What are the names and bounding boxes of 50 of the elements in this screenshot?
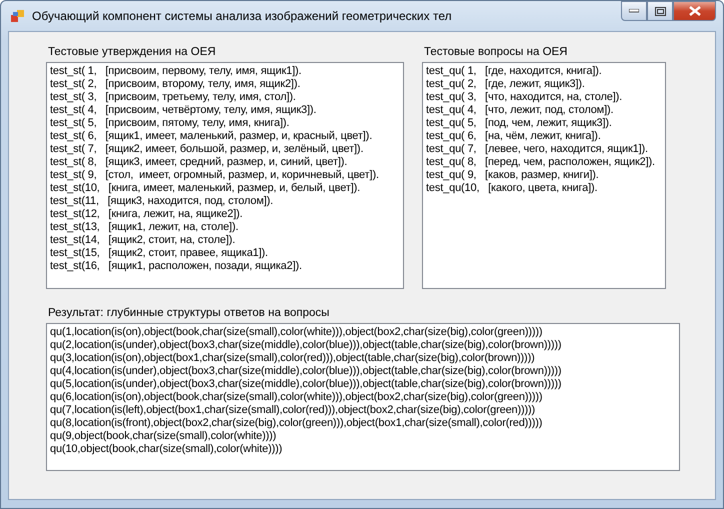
text-line: test_qu( 3, [что, находится, на, столе]). xyxy=(426,91,624,104)
window-title: Обучающий компонент системы анализа изображений геометрических тел xyxy=(32,9,453,23)
text-line: test_st( 8, [ящик3, имеет, средний, размер, и, синий, цвет]). xyxy=(50,156,348,169)
text-line: test_st(13, [ящик1, лежит, на, столе]). xyxy=(50,221,240,234)
text-line: test_st( 9, [стол, имеет, огромный, размер, и, коричневый, цвет]). xyxy=(50,169,380,182)
result-textbox[interactable] xyxy=(46,323,680,471)
text-line: qu(9,object(book,char(size(small),color(white)))) xyxy=(50,430,278,443)
text-line: test_st(12, [книга, лежит, на, ящике2]). xyxy=(50,208,244,221)
close-icon xyxy=(688,6,700,16)
minimize-icon xyxy=(629,9,639,13)
questions-label: Тестовые вопросы на ОЕЯ xyxy=(423,46,568,60)
text-line: test_st( 6, [ящик1, имеет, маленький, размер, и, красный, цвет]). xyxy=(50,130,374,143)
questions-textbox[interactable] xyxy=(422,62,666,289)
maximize-icon xyxy=(654,6,666,16)
text-line: qu(4,location(is(under),object(box3,char(size(middle),color(blue))),object(table,char(size(big),color(brown))))) xyxy=(50,365,562,378)
text-line: test_qu( 7, [левее, чего, находится, ящик1]). xyxy=(426,143,649,156)
text-line: test_st(11, [ящик3, находится, под, столом]). xyxy=(50,195,274,208)
text-line: qu(3,location(is(on),object(box1,char(size(small),color(red))),object(table,char(size(big),color(brown))))) xyxy=(50,352,536,365)
text-line: test_st(15, [ящик2, стоит, правее, ящика1]). xyxy=(50,247,269,260)
text-line: qu(2,location(is(under),object(box3,char(size(middle),color(blue))),object(table,char(size(big),color(brown))))) xyxy=(50,339,562,352)
text-line: test_st(16, [ящик1, расположен, позади, ящика2]). xyxy=(50,260,303,273)
text-line: qu(1,location(is(on),object(book,char(size(small),color(white))),object(box2,char(size(big),color(green))))) xyxy=(50,326,544,339)
text-line: test_st(10, [книга, имеет, маленький, размер, и, белый, цвет]). xyxy=(50,182,362,195)
text-line: test_qu( 1, [где, находится, книга]). xyxy=(426,65,603,78)
result-label: Результат: глубинные структуры ответов на вопросы xyxy=(47,307,330,321)
text-line: test_st( 3, [присвоим, третьему, телу, имя, стол]). xyxy=(50,91,297,104)
app-icon xyxy=(10,8,26,24)
text-line: qu(7,location(is(left),object(box1,char(size(small),color(red))),object(box2,char(size(big),color(green))))) xyxy=(50,404,536,417)
text-line: test_st( 4, [присвоим, четвёртому, телу, имя, ящик3]). xyxy=(50,104,318,117)
maximize-button[interactable] xyxy=(647,1,673,21)
text-line: test_st( 2, [присвоим, второму, телу, имя, ящик2]). xyxy=(50,78,302,91)
statements-textbox[interactable] xyxy=(46,62,404,289)
text-line: test_qu( 8, [перед, чем, расположен, ящик2]). xyxy=(426,156,656,169)
text-line: test_qu( 9, [каков, размер, книги]). xyxy=(426,169,600,182)
text-line: qu(5,location(is(under),object(box3,char(size(middle),color(blue))),object(table,char(size(big),color(brown))))) xyxy=(50,378,562,391)
text-line: qu(8,location(is(front),object(box2,char(size(big),color(green))),object(box1,char(size(small),color(red))))) xyxy=(50,417,544,430)
text-line: qu(6,location(is(on),object(book,char(size(small),color(white))),object(box2,char(size(big),color(green))))) xyxy=(50,391,544,404)
minimize-button[interactable] xyxy=(621,1,647,21)
text-line: test_st(14, [ящик2, стоит, на, столе]). xyxy=(50,234,236,247)
text-line: test_qu( 6, [на, чём, лежит, книга]). xyxy=(426,130,602,143)
text-line: test_st( 5, [присвоим, пятому, телу, имя, книга]). xyxy=(50,117,290,130)
text-line: test_qu( 5, [под, чем, лежит, ящик3]). xyxy=(426,117,613,130)
text-line: test_qu(10, [какого, цвета, книга]). xyxy=(426,182,598,195)
text-line: test_st( 1, [присвоим, первому, телу, имя, ящик1]). xyxy=(50,65,302,78)
text-line: test_qu( 2, [где, лежит, ящик3]). xyxy=(426,78,586,91)
close-button[interactable] xyxy=(673,1,716,21)
text-line: test_qu( 4, [что, лежит, под, столом]). xyxy=(426,104,614,117)
text-line: qu(10,object(book,char(size(small),color(white)))) xyxy=(50,443,284,456)
statements-label: Тестовые утверждения на ОЕЯ xyxy=(47,46,217,60)
text-line: test_st( 7, [ящик2, имеет, большой, размер, и, зелёный, цвет]). xyxy=(50,143,364,156)
